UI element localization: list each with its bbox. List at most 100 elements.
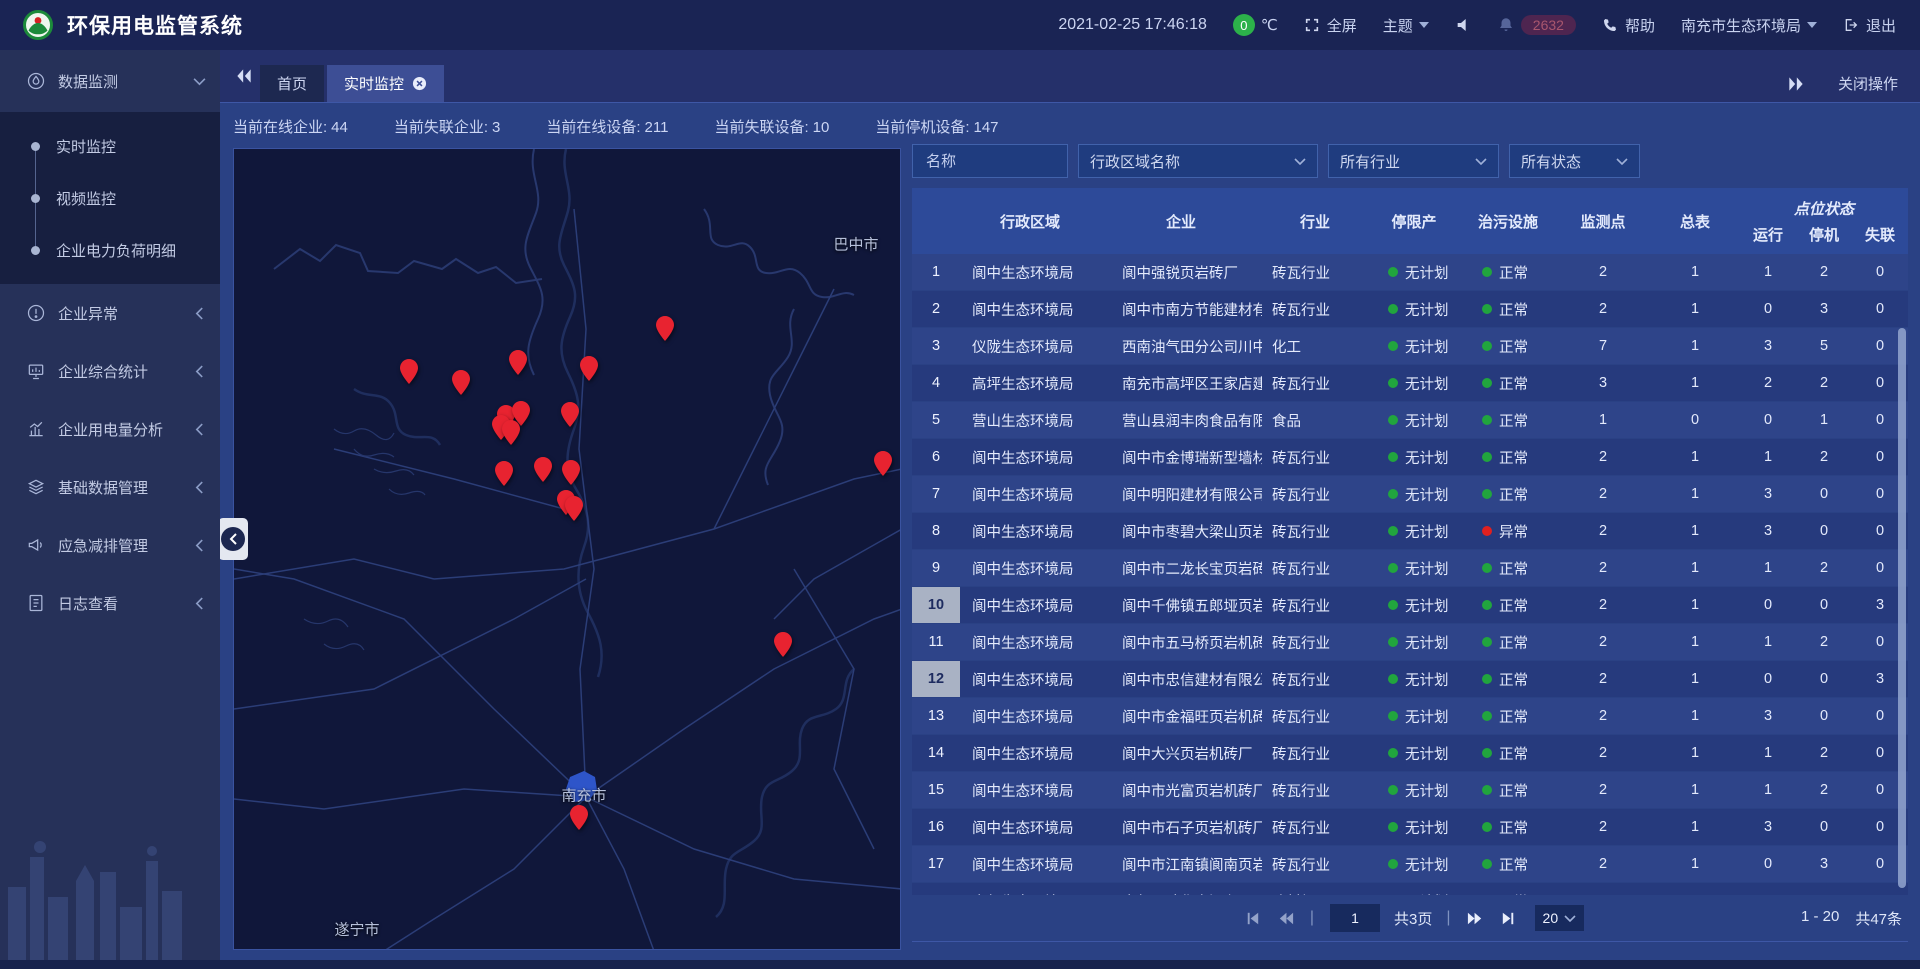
last-page-button[interactable] [1499, 909, 1518, 928]
previous-page-button[interactable] [1276, 909, 1295, 928]
table-row[interactable]: 2阆中生态环境局阆中市南方节能建材有砖瓦行业无计划正常21030 [912, 291, 1908, 327]
status-dot-icon [1388, 674, 1398, 684]
stat-item: 当前在线企业:44 [233, 116, 348, 137]
tab-label: 首页 [277, 73, 307, 94]
table-row[interactable]: 7阆中生态环境局阆中明阳建材有限公司砖瓦行业无计划正常21300 [912, 476, 1908, 512]
facility-status-label: 正常 [1499, 299, 1528, 320]
sidebar-item-enterprise-statistics[interactable]: 企业综合统计 [0, 342, 220, 400]
map-pin[interactable] [568, 804, 590, 832]
map-pin[interactable] [872, 450, 894, 478]
sidebar-item-enterprise-power-analysis[interactable]: 企业用电量分析 [0, 400, 220, 458]
production-status-label: 无计划 [1405, 262, 1449, 283]
status-select[interactable]: 所有状态 [1509, 144, 1640, 178]
page-size-select[interactable]: 20 [1535, 905, 1585, 931]
production-status-label: 无计划 [1405, 373, 1449, 394]
map-collapse-button[interactable] [218, 518, 248, 560]
company-cell: 阆中市金博瑞新型墙材 [1100, 447, 1262, 468]
industry-cell: 砖瓦行业 [1262, 558, 1368, 579]
industry-select[interactable]: 所有行业 [1328, 144, 1499, 178]
tab-close-icon[interactable] [412, 76, 427, 91]
map-pin[interactable] [654, 315, 676, 343]
theme-dropdown[interactable]: 主题 [1383, 15, 1429, 36]
mute-button[interactable] [1455, 17, 1471, 33]
table-row[interactable]: 1阆中生态环境局阆中强锐页岩砖厂砖瓦行业无计划正常21120 [912, 254, 1908, 290]
sidebar-item-data-monitoring[interactable]: 数据监测 [0, 50, 220, 112]
map-pin[interactable] [398, 358, 420, 386]
sidebar-subitem-video-monitoring[interactable]: 视频监控 [0, 172, 220, 224]
production-status-label: 无计划 [1405, 854, 1449, 875]
page-number-input[interactable] [1330, 904, 1380, 932]
tab-实时监控[interactable]: 实时监控 [327, 65, 444, 102]
map-pin[interactable] [532, 456, 554, 484]
production-status-cell: 无计划 [1368, 743, 1460, 764]
table-row[interactable]: 11阆中生态环境局阆中市五马桥页岩机砖砖瓦行业无计划正常21120 [912, 624, 1908, 660]
map-panel[interactable]: 巴中市南充市遂宁市 [233, 148, 901, 950]
table-row[interactable]: 18南部生态环境局南部县砂化水泥有限公建材加工无计划正常60060 [912, 883, 1908, 895]
table-row[interactable]: 9阆中生态环境局阆中市二龙长宝页岩砖砖瓦行业无计划正常21120 [912, 550, 1908, 586]
map-pin[interactable] [560, 459, 582, 487]
table-row[interactable]: 6阆中生态环境局阆中市金博瑞新型墙材砖瓦行业无计划正常21120 [912, 439, 1908, 475]
table-row[interactable]: 16阆中生态环境局阆中市石子页岩机砖厂砖瓦行业无计划正常21300 [912, 809, 1908, 845]
sidebar-item-enterprise-abnormal[interactable]: 企业异常 [0, 284, 220, 342]
table-scrollbar-thumb[interactable] [1898, 328, 1906, 888]
map-pin[interactable] [559, 401, 581, 429]
sidebar-item-log-view[interactable]: 日志查看 [0, 574, 220, 632]
table-row[interactable]: 13阆中生态环境局阆中市金福旺页岩机砖砖瓦行业无计划正常21300 [912, 698, 1908, 734]
table-row[interactable]: 17阆中生态环境局阆中市江南镇阆南页岩砖瓦行业无计划正常21030 [912, 846, 1908, 882]
table-row[interactable]: 14阆中生态环境局阆中大兴页岩机砖厂砖瓦行业无计划正常21120 [912, 735, 1908, 771]
sidebar-item-label: 应急减排管理 [58, 535, 148, 556]
stat-label: 当前失联设备: [714, 119, 808, 136]
table-row[interactable]: 10阆中生态环境局阆中千佛镇五郎垭页岩砖瓦行业无计划正常21003 [912, 587, 1908, 623]
map-pin[interactable] [578, 355, 600, 383]
sidebar-item-emergency-reduction[interactable]: 应急减排管理 [0, 516, 220, 574]
table-row[interactable]: 4高坪生态环境局南充市高坪区王家店建砖瓦行业无计划正常31220 [912, 365, 1908, 401]
help-button[interactable]: 帮助 [1602, 15, 1655, 36]
total-meters-cell: 1 [1650, 449, 1740, 465]
enterprise-table: 行政区域企业行业停限产治污设施监测点总表 点位状态 运行停机失联 1阆中生态环境… [912, 188, 1908, 895]
status-dot-icon [1482, 378, 1492, 388]
org-dropdown[interactable]: 南充市生态环境局 [1681, 15, 1817, 36]
status-dot-icon [1482, 526, 1492, 536]
map-pin[interactable] [507, 349, 529, 377]
table-row[interactable]: 12阆中生态环境局阆中市忠信建材有限公砖瓦行业无计划正常21003 [912, 661, 1908, 697]
table-row[interactable]: 15阆中生态环境局阆中市光富页岩机砖厂砖瓦行业无计划正常21120 [912, 772, 1908, 808]
sidebar-subitem-realtime-monitoring[interactable]: 实时监控 [0, 120, 220, 172]
status-dot-icon [1482, 674, 1492, 684]
chevron-down-icon [193, 77, 206, 86]
tabs-scroll-left-button[interactable] [234, 66, 254, 86]
chevron-down-icon [1616, 158, 1628, 165]
stat-value: 211 [645, 119, 669, 136]
next-page-button[interactable] [1466, 909, 1485, 928]
map-pin[interactable] [500, 419, 522, 447]
map-pin[interactable] [450, 369, 472, 397]
running-count-cell: 0 [1740, 412, 1796, 428]
table-row[interactable]: 8阆中生态环境局阆中市枣碧大梁山页岩砖瓦行业无计划异常21300 [912, 513, 1908, 549]
production-status-label: 无计划 [1405, 558, 1449, 579]
table-row[interactable]: 3仪陇生态环境局西南油气田分公司川中化工无计划正常71350 [912, 328, 1908, 364]
mega-icon [26, 535, 46, 555]
industry-cell: 砖瓦行业 [1262, 780, 1368, 801]
table-row[interactable]: 5营山生态环境局营山县润丰肉食品有限食品无计划正常10010 [912, 402, 1908, 438]
sidebar-item-basic-data-management[interactable]: 基础数据管理 [0, 458, 220, 516]
map-pin[interactable] [772, 631, 794, 659]
notifications-button[interactable]: 2632 [1497, 15, 1576, 35]
fullscreen-button[interactable]: 全屏 [1304, 15, 1357, 36]
company-cell: 阆中市忠信建材有限公 [1100, 669, 1262, 690]
close-operations-button[interactable]: 关闭操作 [1838, 73, 1898, 94]
name-search-input[interactable] [924, 152, 1056, 171]
map-pin[interactable] [493, 460, 515, 488]
monitor-points-cell: 2 [1556, 264, 1650, 280]
map-pin[interactable] [563, 495, 585, 523]
column-subheader: 失联 [1852, 221, 1908, 247]
region-cell: 阆中生态环境局 [960, 262, 1100, 283]
first-page-button[interactable] [1243, 909, 1262, 928]
column-header: 行政区域 [960, 188, 1100, 254]
tab-首页[interactable]: 首页 [260, 65, 324, 102]
tabs-scroll-right-button[interactable] [1786, 74, 1806, 94]
monitor-points-cell: 2 [1556, 745, 1650, 761]
region-select[interactable]: 行政区域名称 [1078, 144, 1318, 178]
logout-button[interactable]: 退出 [1843, 15, 1896, 36]
running-count-cell: 1 [1740, 745, 1796, 761]
temperature-indicator: 0 ℃ [1233, 14, 1278, 36]
sidebar-subitem-enterprise-power-load-detail[interactable]: 企业电力负荷明细 [0, 224, 220, 276]
